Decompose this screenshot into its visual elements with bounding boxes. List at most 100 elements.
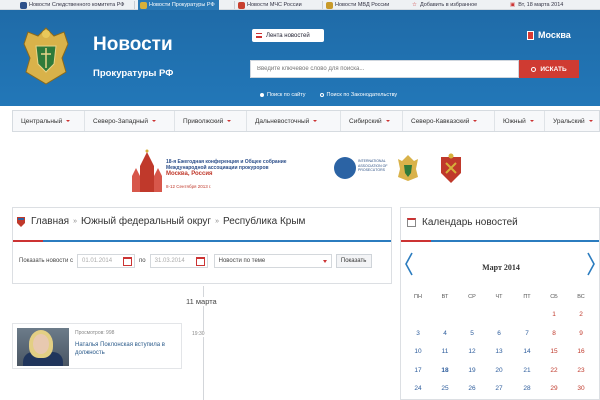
- calendar-day[interactable]: 9: [568, 330, 594, 337]
- calendar-day[interactable]: 2: [568, 311, 594, 318]
- add-to-favorites[interactable]: ☆ Добавить в избранное: [412, 0, 477, 10]
- chevron-down-icon: [227, 120, 232, 122]
- calendar-day[interactable]: 23: [568, 367, 594, 374]
- calendar-day[interactable]: 21: [514, 367, 540, 374]
- date-from-field[interactable]: 01.01.2014: [77, 254, 136, 268]
- calendar-day[interactable]: 27: [486, 385, 512, 392]
- regions-nav: Центральный Северо-Западный Приволжский …: [12, 110, 600, 132]
- calendar-day[interactable]: 7: [514, 330, 540, 337]
- timeline-time: 19:30: [192, 331, 205, 337]
- news-views: Просмотров: 998: [75, 330, 115, 336]
- calendar-day[interactable]: 28: [514, 385, 540, 392]
- calendar-day[interactable]: 5: [459, 330, 485, 337]
- show-button[interactable]: Показать: [335, 254, 372, 268]
- region-south[interactable]: Южный: [495, 111, 545, 131]
- calendar-day[interactable]: 29: [541, 385, 567, 392]
- calendar-day[interactable]: 22: [541, 367, 567, 374]
- iap-logo-icon: [334, 157, 356, 179]
- calendar-day[interactable]: 8: [541, 330, 567, 337]
- weekday-header: СБ: [550, 294, 558, 300]
- news-photo[interactable]: [17, 328, 69, 366]
- news-item[interactable]: Просмотров: 998 Наталья Поклонская вступ…: [12, 323, 182, 369]
- top-link-label: Новости Следственного комитета РФ: [29, 2, 125, 8]
- region-label: Дальневосточный: [255, 117, 310, 125]
- breadcrumb-district[interactable]: Южный федеральный округ: [81, 216, 211, 227]
- top-link-prosecutors[interactable]: Новости Прокуратуры РФ: [138, 0, 219, 10]
- calendar-month: Март 2014: [482, 263, 520, 272]
- region-label: Уральский: [553, 117, 585, 125]
- site-subtitle[interactable]: Прокуратуры РФ: [93, 68, 173, 79]
- region-label: Центральный: [21, 117, 63, 125]
- calendar-icon[interactable]: [195, 257, 205, 266]
- calendar-title: Календарь новостей: [422, 217, 518, 228]
- calendar-day[interactable]: 11: [432, 348, 458, 355]
- calendar-day[interactable]: 20: [486, 367, 512, 374]
- calendar-day[interactable]: 12: [459, 348, 485, 355]
- calendar-day[interactable]: 3: [405, 330, 431, 337]
- news-feed-button[interactable]: Лента новостей: [252, 29, 324, 42]
- panel-divider: [13, 240, 391, 242]
- calendar-day[interactable]: 4: [432, 330, 458, 337]
- calendar-day[interactable]: 26: [459, 385, 485, 392]
- favorites-label: Добавить в избранное: [419, 2, 478, 8]
- calendar-day[interactable]: 30: [568, 385, 594, 392]
- top-link-investigative-committee[interactable]: Новости Следственного комитета РФ: [20, 0, 125, 10]
- banner-dates: 8-12 Сентября 2013 г.: [166, 184, 212, 189]
- chevron-right-icon[interactable]: [587, 252, 595, 276]
- region-central[interactable]: Центральный: [13, 111, 85, 131]
- timeline-date: 11 марта: [184, 297, 219, 306]
- calendar-day[interactable]: 13: [486, 348, 512, 355]
- calendar-icon[interactable]: [123, 257, 133, 266]
- radio-search-site[interactable]: Поиск по сайту: [260, 92, 306, 98]
- chevron-left-icon[interactable]: [405, 252, 413, 276]
- calendar-day[interactable]: 25: [432, 385, 458, 392]
- date-to-field[interactable]: 31.03.2014: [149, 254, 208, 268]
- calendar-day[interactable]: 19: [459, 367, 485, 374]
- emergency-icon: [238, 1, 245, 9]
- region-ural[interactable]: Уральский: [545, 111, 599, 131]
- breadcrumb-home[interactable]: Главная: [31, 216, 69, 227]
- breadcrumb: Главная » Южный федеральный округ » Респ…: [17, 216, 305, 227]
- region-label: Южный: [503, 117, 526, 125]
- calendar-day[interactable]: 16: [568, 348, 594, 355]
- calendar-day[interactable]: 1: [541, 311, 567, 318]
- breadcrumb-region[interactable]: Республика Крым: [223, 216, 305, 227]
- city-selector[interactable]: Москва: [527, 30, 571, 40]
- calendar-day[interactable]: 10: [405, 348, 431, 355]
- region-label: Приволжский: [183, 117, 224, 125]
- panel-divider-accent: [13, 240, 43, 242]
- topic-select[interactable]: Новости по теме: [213, 254, 332, 268]
- radio-label: Поиск по Законодательству: [326, 92, 398, 98]
- region-far-east[interactable]: Дальневосточный: [247, 111, 341, 131]
- search-button[interactable]: ИСКАТЬ: [519, 60, 579, 78]
- region-north-caucasus[interactable]: Северо-Кавказский: [403, 111, 495, 131]
- region-volga[interactable]: Приволжский: [175, 111, 247, 131]
- calendar-day[interactable]: 15: [541, 348, 567, 355]
- site-title[interactable]: Новости: [93, 34, 173, 56]
- date-label: Вт, 18 марта 2014: [518, 2, 564, 8]
- star-icon: ☆: [412, 2, 417, 8]
- calendar-day[interactable]: 24: [405, 385, 431, 392]
- top-link-emergency[interactable]: Новости МЧС России: [238, 0, 302, 10]
- calendar-day[interactable]: 14: [514, 348, 540, 355]
- breadcrumb-separator: »: [215, 218, 219, 225]
- calendar-day[interactable]: 18: [432, 367, 458, 374]
- region-label: Северо-Кавказский: [411, 117, 470, 125]
- top-link-interior[interactable]: Новости МВД России: [326, 0, 389, 10]
- radio-search-law[interactable]: Поиск по Законодательству: [319, 92, 398, 98]
- breadcrumb-separator: »: [73, 218, 77, 225]
- kremlin-icon: [132, 149, 162, 192]
- search-scope: Поиск по сайту Поиск по Законодательству: [260, 92, 397, 98]
- date-to-value: 31.03.2014: [154, 258, 185, 264]
- chevron-down-icon: [588, 120, 593, 122]
- region-northwest[interactable]: Северо-Западный: [85, 111, 175, 131]
- calendar-day[interactable]: 17: [405, 367, 431, 374]
- investigative-committee-icon: [20, 1, 27, 9]
- news-calendar: Календарь новостей Март 2014 ПН ВТ СР ЧТ ПТ С…: [400, 207, 600, 400]
- prosecutor-emblem-icon[interactable]: [20, 24, 72, 86]
- news-headline[interactable]: Наталья Поклонская вступила в должность: [75, 341, 175, 357]
- region-siberia[interactable]: Сибирский: [341, 111, 403, 131]
- conference-banner[interactable]: 18-я Ежегодная конференция и Общее собра…: [126, 145, 476, 197]
- search-input[interactable]: [250, 60, 519, 78]
- calendar-day[interactable]: 6: [486, 330, 512, 337]
